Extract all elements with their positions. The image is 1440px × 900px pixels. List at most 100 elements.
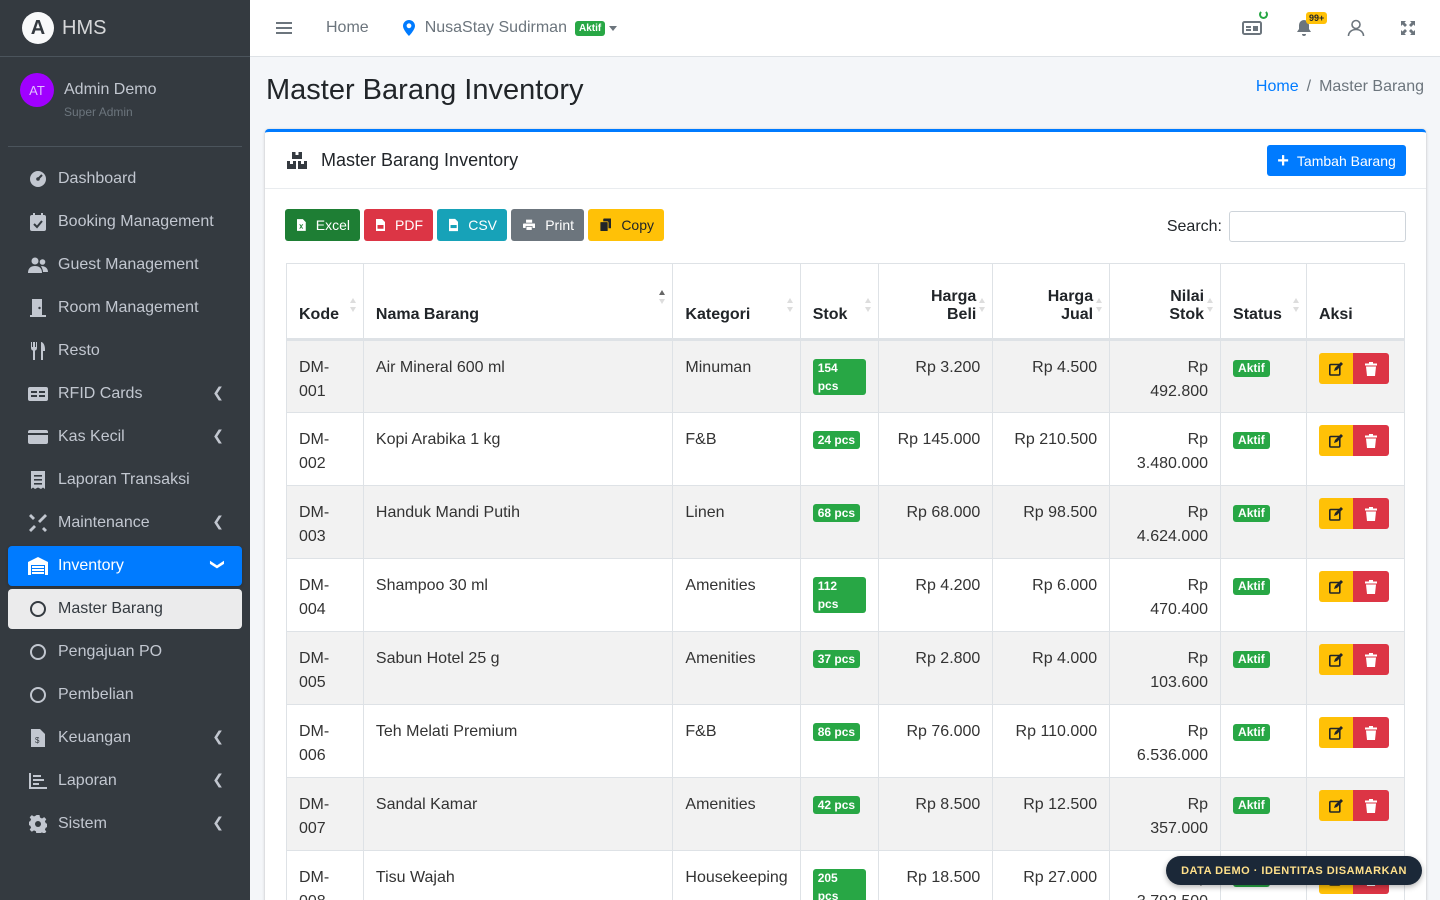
cell-kode: DM-004 <box>286 558 364 632</box>
sidebar-item-pembelian[interactable]: Pembelian <box>8 675 242 715</box>
sidebar-item-label: Dashboard <box>58 170 137 187</box>
col-nama-barang[interactable]: Nama Barang <box>362 263 674 341</box>
edit-button[interactable] <box>1318 425 1353 456</box>
cell-harga-jual: Rp 6.000 <box>992 558 1111 632</box>
stock-badge: 86 pcs <box>812 723 861 741</box>
edit-icon <box>1328 652 1343 667</box>
file-csv-icon <box>449 218 459 232</box>
add-item-button[interactable]: + Tambah Barang <box>1267 145 1406 176</box>
table-row: DM-004 Shampoo 30 ml Amenities 112 pcs Rp 4.… <box>286 558 1406 632</box>
sidebar-item-booking-management[interactable]: Booking Management <box>8 202 242 242</box>
breadcrumb-home[interactable]: Home <box>1256 78 1299 95</box>
user-icon[interactable] <box>1346 18 1366 38</box>
sidebar-item-guest-management[interactable]: Guest Management <box>8 245 242 285</box>
sidebar-item-room-management[interactable]: Room Management <box>8 288 242 328</box>
sidebar-item-laporan-transaksi[interactable]: Laporan Transaksi <box>8 460 242 500</box>
utensils-icon <box>28 341 48 361</box>
boxes-icon <box>287 152 307 169</box>
bell-icon[interactable]: 99+ <box>1294 12 1328 38</box>
status-badge: Aktif <box>1233 651 1270 668</box>
cell-harga-beli: Rp 3.200 <box>877 339 994 413</box>
sidebar-item-master-barang[interactable]: Master Barang <box>8 589 242 629</box>
sidebar-item-label: Sistem <box>58 815 107 832</box>
cell-harga-jual: Rp 110.000 <box>992 704 1111 778</box>
file-pdf-icon <box>376 219 385 231</box>
delete-button[interactable] <box>1352 498 1389 529</box>
cell-status: Aktif <box>1220 704 1307 778</box>
wallet-icon <box>28 427 48 447</box>
hotel-status-badge: Aktif <box>574 20 606 36</box>
users-icon <box>28 255 48 275</box>
delete-button[interactable] <box>1352 425 1389 456</box>
sidebar-item-maintenance[interactable]: Maintenance ❮ <box>8 503 242 543</box>
sidebar-item-sistem[interactable]: Sistem ❮ <box>8 804 242 844</box>
cell-harga-beli: Rp 2.800 <box>877 631 994 705</box>
cell-status: Aktif <box>1220 339 1307 413</box>
sidebar-item-label: Pembelian <box>58 686 134 703</box>
sidebar-item-resto[interactable]: Resto <box>8 331 242 371</box>
delete-button[interactable] <box>1352 571 1389 602</box>
inventory-card: Master Barang Inventory + Tambah Barang … <box>265 129 1426 900</box>
hotel-selector[interactable]: NusaStay Sudirman Aktif <box>402 19 618 37</box>
nav-home-link[interactable]: Home <box>326 19 369 37</box>
edit-icon <box>1328 506 1343 521</box>
cell-aksi <box>1305 631 1406 705</box>
chevron-down-icon <box>609 25 618 31</box>
circle-icon <box>28 642 48 662</box>
rfid-reader-icon[interactable] <box>1242 10 1268 38</box>
pdf-button[interactable]: PDF <box>364 209 433 241</box>
sidebar-item-keuangan[interactable]: $ Keuangan ❮ <box>8 718 242 758</box>
sidebar-item-laporan[interactable]: Laporan ❮ <box>8 761 242 801</box>
sidebar-item-rfid-cards[interactable]: RFID Cards ❮ <box>8 374 242 414</box>
cell-nama: Teh Melati Premium <box>362 704 674 778</box>
table-row: DM-002 Kopi Arabika 1 kg F&B 24 pcs Rp 145.0… <box>286 412 1406 486</box>
col-kategori[interactable]: Kategori <box>672 263 801 341</box>
cell-stok: 68 pcs <box>799 485 879 559</box>
excel-button[interactable]: Excel <box>285 209 360 241</box>
edit-button[interactable] <box>1318 571 1353 602</box>
sidebar-item-label: Maintenance <box>58 514 150 531</box>
trash-icon <box>1364 433 1377 448</box>
cell-status: Aktif <box>1220 485 1307 559</box>
edit-button[interactable] <box>1318 644 1353 675</box>
copy-button[interactable]: Copy <box>588 209 664 241</box>
delete-button[interactable] <box>1352 717 1389 748</box>
sidebar-item-inventory[interactable]: Inventory ❮ <box>8 546 242 586</box>
user-name[interactable]: Admin Demo <box>64 81 156 99</box>
circle-icon <box>28 685 48 705</box>
menu-toggle-icon[interactable] <box>276 22 292 34</box>
brand-link[interactable]: A HMS <box>0 0 250 57</box>
col-status[interactable]: Status <box>1220 263 1307 341</box>
edit-button[interactable] <box>1318 717 1353 748</box>
edit-icon <box>1328 725 1343 740</box>
delete-button[interactable] <box>1352 790 1389 821</box>
edit-button[interactable] <box>1318 790 1353 821</box>
csv-button[interactable]: CSV <box>437 209 507 241</box>
fullscreen-icon[interactable] <box>1398 18 1418 38</box>
user-panel[interactable]: AT Admin Demo Super Admin <box>8 57 242 147</box>
cell-kategori: Linen <box>672 485 801 559</box>
search-input[interactable] <box>1229 211 1406 242</box>
sidebar-item-label: Pengajuan PO <box>58 643 163 660</box>
edit-button[interactable] <box>1318 498 1353 529</box>
delete-button[interactable] <box>1352 644 1389 675</box>
cell-nilai-stok: Rp 357.000 <box>1109 777 1222 851</box>
table-search: Search: <box>1167 211 1406 242</box>
chevron-left-icon: ❮ <box>212 427 224 443</box>
cell-nama: Shampoo 30 ml <box>362 558 674 632</box>
col-nilai-stok[interactable]: Nilai Stok <box>1109 263 1222 341</box>
col-harga-beli[interactable]: Harga Beli <box>877 263 994 341</box>
col-stok[interactable]: Stok <box>799 263 879 341</box>
calendar-check-icon <box>28 212 48 232</box>
sidebar-item-kas-kecil[interactable]: Kas Kecil ❮ <box>8 417 242 457</box>
print-button[interactable]: Print <box>511 209 584 241</box>
sidebar-item-dashboard[interactable]: Dashboard <box>8 159 242 199</box>
cell-stok: 24 pcs <box>799 412 879 486</box>
chevron-left-icon: ❮ <box>212 728 224 744</box>
map-pin-icon <box>402 20 415 36</box>
col-harga-jual[interactable]: Harga Jual <box>992 263 1111 341</box>
delete-button[interactable] <box>1352 353 1389 384</box>
sidebar-item-pengajuan-po[interactable]: Pengajuan PO <box>8 632 242 672</box>
edit-button[interactable] <box>1318 353 1353 384</box>
col-kode[interactable]: Kode <box>286 263 364 341</box>
